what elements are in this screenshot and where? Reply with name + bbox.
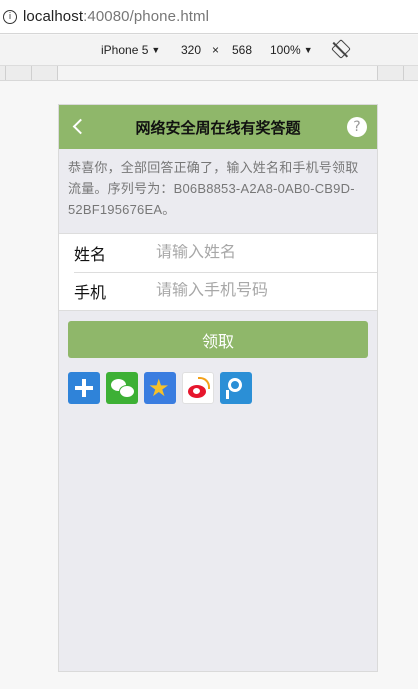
phone-label: 手机: [74, 285, 107, 302]
zoom-select[interactable]: 100% ▼: [270, 43, 313, 57]
plus-share-icon[interactable]: [68, 372, 100, 404]
rotate-icon[interactable]: [331, 39, 351, 59]
ruler-tick: [31, 66, 32, 80]
times-sign: ×: [212, 43, 220, 57]
help-icon[interactable]: ?: [347, 117, 367, 137]
device-caret-icon: ▼: [151, 45, 161, 55]
phone-viewport: 网络安全周在线有奖答题 ? 恭喜你，全部回答正确了，输入姓名和手机号领取流量。序…: [58, 104, 378, 672]
browser-address-bar[interactable]: i localhost:40080/phone.html: [0, 0, 418, 34]
url-host: localhost: [23, 8, 84, 25]
device-name: iPhone 5: [101, 43, 149, 57]
phone-input[interactable]: [156, 282, 346, 300]
width-field[interactable]: 320: [181, 43, 201, 57]
name-input[interactable]: [156, 244, 346, 262]
name-row: 姓名: [59, 234, 377, 272]
weibo-icon[interactable]: [182, 372, 214, 404]
media-query-ruler: [0, 66, 418, 81]
page-title: 网络安全周在线有奖答题: [135, 120, 301, 137]
device-toolbar: iPhone 5 ▼ 320 × 568 100% ▼: [0, 35, 418, 66]
qzone-icon[interactable]: ★: [144, 372, 176, 404]
ruler-viewport-band: [57, 66, 377, 80]
tencent-weibo-icon[interactable]: [220, 372, 252, 404]
success-message: 恭喜你，全部回答正确了，输入姓名和手机号领取流量。序列号为：B06B8853-A…: [68, 160, 359, 217]
claim-button[interactable]: 领取: [68, 321, 368, 358]
page-header: 网络安全周在线有奖答题 ?: [59, 105, 377, 149]
share-bar: ★: [68, 372, 377, 404]
info-icon[interactable]: i: [3, 9, 17, 24]
url-path: :40080/phone.html: [83, 8, 210, 25]
height-field[interactable]: 568: [232, 43, 252, 57]
device-select[interactable]: iPhone 5 ▼: [101, 43, 160, 57]
ruler-tick: [57, 66, 58, 80]
claim-form: 姓名 手机: [59, 233, 377, 311]
ruler-tick: [5, 66, 6, 80]
ruler-tick: [377, 66, 378, 80]
wechat-icon[interactable]: [106, 372, 138, 404]
name-label: 姓名: [74, 247, 107, 264]
phone-row: 手机: [59, 272, 377, 310]
zoom-caret-icon: ▼: [303, 45, 313, 55]
ruler-tick: [403, 66, 404, 80]
url-text[interactable]: localhost:40080/phone.html: [23, 8, 209, 25]
zoom-value: 100%: [270, 43, 301, 57]
